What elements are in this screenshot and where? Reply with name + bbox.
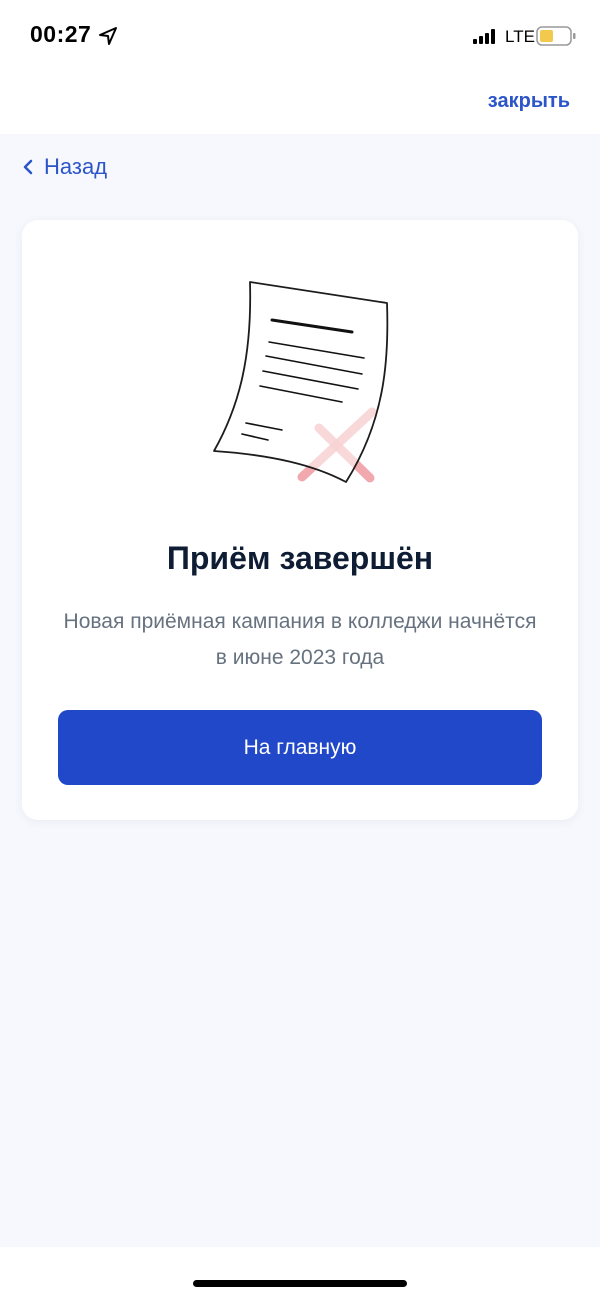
back-link[interactable]: Назад bbox=[22, 154, 107, 180]
signal-icon bbox=[473, 29, 495, 44]
card-title: Приём завершён bbox=[166, 540, 434, 576]
status-time: 00:27 bbox=[30, 21, 92, 47]
status-bar: 00:27 LTE bbox=[0, 0, 600, 72]
close-link[interactable]: закрыть bbox=[488, 90, 570, 113]
card-description: Новая приёмная кампания в колледжи начнё… bbox=[63, 610, 537, 669]
status-card: Приём завершён Новая приёмная кампания в… bbox=[22, 220, 578, 820]
home-button[interactable]: На главную bbox=[58, 710, 542, 785]
document-cancelled-icon bbox=[213, 281, 389, 483]
network-label: LTE bbox=[505, 27, 535, 46]
back-label: Назад bbox=[44, 154, 108, 179]
main-content: Назад Приём завершён Новая приёмная камп… bbox=[0, 134, 600, 1247]
top-header: закрыть bbox=[0, 72, 600, 134]
battery-icon bbox=[536, 26, 576, 46]
screen: 00:27 LTE закрыть Назад Приём завершён Н… bbox=[0, 0, 600, 1297]
chevron-left-icon bbox=[23, 159, 33, 175]
home-indicator[interactable] bbox=[193, 1280, 407, 1287]
bottom-area bbox=[0, 1247, 600, 1297]
location-arrow-icon bbox=[99, 27, 117, 45]
